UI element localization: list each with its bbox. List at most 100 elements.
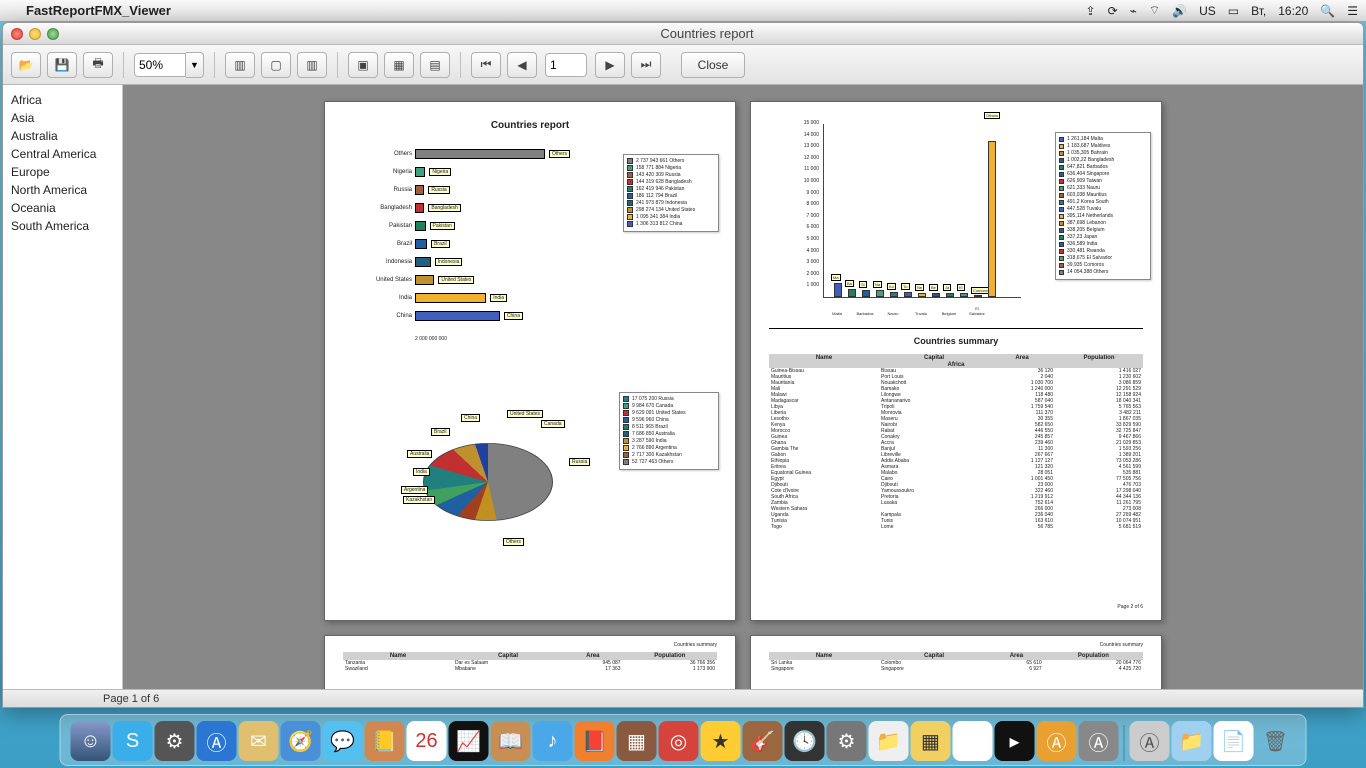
view-double-icon[interactable]: ▥	[297, 52, 327, 78]
sidebar-item[interactable]: Africa	[9, 91, 116, 109]
hbar-axis-label: 2 000 000 000	[415, 336, 447, 342]
report-page-1: Countries report OthersOthersNigeriaNige…	[324, 101, 736, 621]
open-icon[interactable]: 📂	[11, 52, 41, 78]
sidebar-item[interactable]: Oceania	[9, 199, 116, 217]
pie-label: Australia	[407, 450, 432, 458]
summary-table-p4: NameCapitalAreaPopulationSri LankaColomb…	[769, 652, 1143, 672]
divider	[769, 328, 1143, 329]
app-icon[interactable]: Ⓐ	[1037, 721, 1077, 761]
notifications-icon[interactable]: ☰	[1347, 4, 1358, 18]
trash-icon[interactable]: 🗑	[1256, 721, 1296, 761]
dock-separator	[1124, 725, 1125, 761]
save-icon[interactable]: 💾	[47, 52, 77, 78]
app-folder-icon[interactable]: Ⓐ	[1130, 721, 1170, 761]
skype-icon[interactable]: S	[113, 721, 153, 761]
lang-indicator[interactable]: US	[1199, 4, 1216, 18]
messages-icon[interactable]: 💬	[323, 721, 363, 761]
pie-label: Kazakhstan	[403, 496, 435, 504]
vbar-yaxis: 15 00014 00013 00012 00011 00010 0009 00…	[791, 120, 821, 300]
settings-icon[interactable]: ⚙	[155, 721, 195, 761]
prefs-icon[interactable]: ⚙	[827, 721, 867, 761]
pie-label: Argentina	[401, 486, 428, 494]
pie-label: Others	[503, 538, 524, 546]
page-number-input[interactable]	[545, 53, 587, 77]
first-page-icon[interactable]: ⏮	[471, 52, 501, 78]
imovie-icon[interactable]: ★	[701, 721, 741, 761]
sidebar-item[interactable]: Central America	[9, 145, 116, 163]
layout-2-icon[interactable]: ▦	[384, 52, 414, 78]
print-icon[interactable]: 🖶	[83, 52, 113, 78]
sidebar-item[interactable]: North America	[9, 181, 116, 199]
app-icon[interactable]: ▦	[617, 721, 657, 761]
status-bar: Page 1 of 6	[3, 689, 1363, 707]
last-page-icon[interactable]: ⏭	[631, 52, 661, 78]
itunes-icon[interactable]: ♪	[533, 721, 573, 761]
outline-sidebar: Africa Asia Australia Central America Eu…	[3, 85, 123, 707]
close-button[interactable]: Close	[681, 52, 745, 78]
app-name: FastReportFMX_Viewer	[26, 3, 171, 18]
activity-icon[interactable]: 📈	[449, 721, 489, 761]
finder-icon[interactable]: ☺	[71, 721, 111, 761]
wifi-icon[interactable]: ⌔	[1149, 3, 1160, 18]
clock-time: 16:20	[1278, 4, 1308, 18]
contacts-icon[interactable]: 📒	[365, 721, 405, 761]
timemachine-icon[interactable]: ⟳	[1108, 4, 1118, 18]
layout-1-icon[interactable]: ▣	[348, 52, 378, 78]
downloads-icon[interactable]: 📁	[1172, 721, 1212, 761]
dock[interactable]: ☺ S ⚙ Ⓐ ✉ 🧭 💬 📒 26 📈 📖 ♪ 📕 ▦ ◎ ★ 🎸 🕓 ⚙ 📁…	[60, 714, 1307, 766]
safari-icon[interactable]: 🧭	[281, 721, 321, 761]
mail-icon[interactable]: ✉	[239, 721, 279, 761]
app-icon[interactable]: ◎	[659, 721, 699, 761]
window-title: Countries report	[59, 26, 1355, 41]
sidebar-item[interactable]: Australia	[9, 127, 116, 145]
vbar-legend: 1 261,184 Malta1 183,687 Maldives1 035,3…	[1055, 132, 1151, 280]
view-single-icon[interactable]: ▢	[261, 52, 291, 78]
clock-icon[interactable]: 🕓	[785, 721, 825, 761]
window-minimize-button[interactable]	[29, 28, 41, 40]
window-zoom-button[interactable]	[47, 28, 59, 40]
spotlight-icon[interactable]: 🔍	[1320, 4, 1335, 18]
report-viewport[interactable]: Countries report OthersOthersNigeriaNige…	[123, 85, 1363, 707]
volume-icon[interactable]: 🔊	[1172, 4, 1187, 18]
main-area: Africa Asia Australia Central America Eu…	[3, 85, 1363, 707]
zoom-input[interactable]	[134, 53, 186, 77]
calendar-icon[interactable]: 26	[407, 721, 447, 761]
page-number-label: Page 2 of 6	[1117, 604, 1143, 610]
bluetooth-icon[interactable]: ⌁	[1130, 4, 1137, 18]
app-icon[interactable]: Ⓐ	[1079, 721, 1119, 761]
report-title: Countries report	[325, 120, 735, 131]
pie-label: Brazil	[431, 428, 450, 436]
layout-3-icon[interactable]: ▤	[420, 52, 450, 78]
garageband-icon[interactable]: 🎸	[743, 721, 783, 761]
sidebar-item[interactable]: Asia	[9, 109, 116, 127]
sidebar-item[interactable]: Europe	[9, 163, 116, 181]
pie-label: Canada	[541, 420, 565, 428]
folder-icon[interactable]: 📁	[869, 721, 909, 761]
app-icon[interactable]: ▦	[911, 721, 951, 761]
viewer-window: Countries report 📂 💾 🖶 ▼ ▥ ▢ ▥ ▣ ▦ ▤ ⏮ ◀…	[2, 22, 1364, 708]
battery-icon[interactable]: ▭	[1228, 4, 1239, 18]
next-page-icon[interactable]: ▶	[595, 52, 625, 78]
window-titlebar[interactable]: Countries report	[3, 23, 1363, 45]
prev-page-icon[interactable]: ◀	[507, 52, 537, 78]
pie-label: United States	[507, 410, 543, 418]
view-sidebar-icon[interactable]: ▥	[225, 52, 255, 78]
zoom-dropdown-icon[interactable]: ▼	[186, 52, 204, 78]
dictionary-icon[interactable]: 📖	[491, 721, 531, 761]
html-doc-icon[interactable]: 📄	[1214, 721, 1254, 761]
ibooks-icon[interactable]: 📕	[575, 721, 615, 761]
pie-label: Russia	[569, 458, 590, 466]
sidebar-item[interactable]: South America	[9, 217, 116, 235]
pie-label: India	[413, 468, 430, 476]
vbar-plot: MaBaSiNaKoTuNeBeJaElComorosOthers	[823, 124, 1021, 298]
zoom-control[interactable]: ▼	[134, 52, 204, 78]
pie-legend: 17 075 200 Russia9 984 670 Canada9 629 0…	[619, 392, 719, 470]
chrome-icon[interactable]: ◯	[953, 721, 993, 761]
appstore-icon[interactable]: Ⓐ	[197, 721, 237, 761]
pie-label: China	[461, 414, 480, 422]
dropbox-icon[interactable]: ⇪	[1086, 4, 1096, 18]
summary-title: Countries summary	[751, 336, 1161, 346]
summary-table-p3: NameCapitalAreaPopulationTanzaniaDar es …	[343, 652, 717, 672]
window-close-button[interactable]	[11, 28, 23, 40]
terminal-icon[interactable]: ▸	[995, 721, 1035, 761]
